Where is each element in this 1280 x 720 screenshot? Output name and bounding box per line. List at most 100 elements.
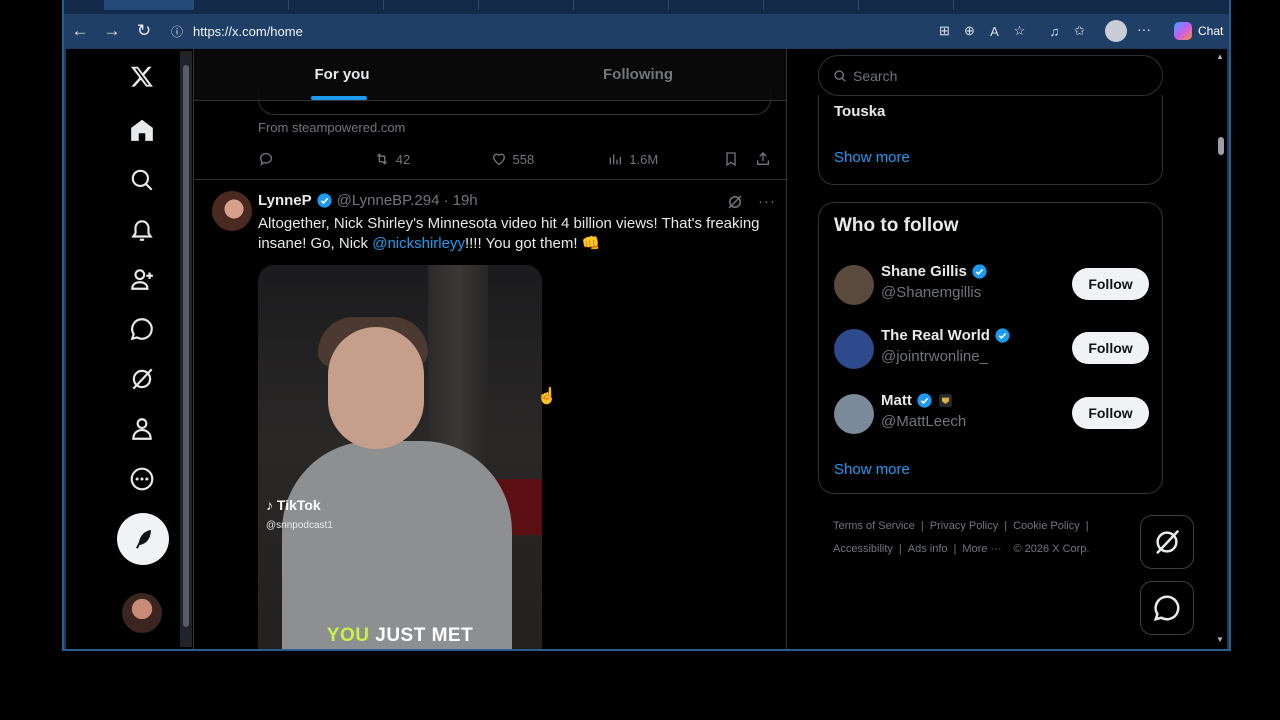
ads-info-link[interactable]: Ads info xyxy=(908,543,948,555)
who-to-follow-show-more[interactable]: Show more xyxy=(834,461,910,478)
scrollbar-thumb[interactable] xyxy=(183,65,189,627)
site-info-icon[interactable]: ⓘ xyxy=(171,23,185,40)
browser-tab[interactable] xyxy=(479,0,574,10)
browser-menu-icon[interactable]: ··· xyxy=(1137,21,1151,37)
link-source[interactable]: From steampowered.com xyxy=(258,120,405,135)
follow-suggestion[interactable]: Matt @MattLeech Follow xyxy=(834,392,1149,436)
search-input[interactable]: Search xyxy=(818,55,1163,96)
accessibility-link[interactable]: Accessibility xyxy=(833,543,893,555)
browser-tab[interactable] xyxy=(194,0,289,10)
author-handle[interactable]: @LynneBP.294 xyxy=(337,192,440,209)
left-scrollbar[interactable] xyxy=(180,51,192,647)
tab-following[interactable]: Following xyxy=(490,49,786,100)
profile-icon[interactable] xyxy=(126,413,158,445)
suggestion-name[interactable]: The Real World xyxy=(881,327,990,344)
copilot-chat-button[interactable]: Chat xyxy=(1168,18,1228,44)
terms-link[interactable]: Terms of Service xyxy=(833,520,915,532)
author-name[interactable]: LynneP xyxy=(258,192,312,209)
who-to-follow-card: Who to follow Shane Gillis @Shanemgillis… xyxy=(818,202,1163,494)
browser-tab[interactable] xyxy=(289,0,384,10)
home-icon[interactable] xyxy=(126,114,158,146)
suggestion-name[interactable]: Shane Gillis xyxy=(881,263,967,280)
more-icon[interactable] xyxy=(126,463,158,495)
follow-icon[interactable] xyxy=(126,263,158,295)
who-to-follow-heading: Who to follow xyxy=(834,215,959,236)
grok-floating-button[interactable] xyxy=(1140,515,1194,569)
tab-for-you[interactable]: For you xyxy=(194,49,490,100)
grok-icon[interactable] xyxy=(726,193,744,211)
favorites-icon[interactable]: ✩ xyxy=(1067,19,1092,43)
like-button[interactable]: 558 xyxy=(491,151,608,167)
post-time[interactable]: · 19h xyxy=(443,192,477,209)
account-avatar[interactable] xyxy=(122,593,162,633)
search-icon[interactable] xyxy=(126,164,158,196)
extensions-icon[interactable]: ♫ xyxy=(1042,19,1067,43)
browser-tab[interactable] xyxy=(859,0,954,10)
reload-icon[interactable]: ↻ xyxy=(128,17,160,45)
browser-tab[interactable] xyxy=(669,0,764,10)
reply-icon xyxy=(259,152,272,166)
page-scrollbar[interactable]: ▲ ▼ xyxy=(1214,49,1227,649)
views-button[interactable]: 1.6M xyxy=(607,151,723,167)
post-more-icon[interactable]: ··· xyxy=(758,193,776,211)
back-icon[interactable]: ← xyxy=(64,17,96,45)
verified-badge-icon xyxy=(917,393,932,408)
trend-item[interactable]: Touska xyxy=(834,103,885,120)
reply-button[interactable] xyxy=(258,151,374,167)
video-person xyxy=(282,441,512,649)
read-aloud-icon[interactable]: A xyxy=(982,19,1007,43)
forward-icon[interactable]: → xyxy=(96,17,128,45)
follow-suggestion[interactable]: The Real World @jointrwonline_ Follow xyxy=(834,327,1149,371)
suggestion-avatar[interactable] xyxy=(834,394,874,434)
bookmark-icon[interactable] xyxy=(723,151,739,167)
suggestion-name-row: Shane Gillis xyxy=(881,263,988,280)
suggestion-handle[interactable]: @jointrwonline_ xyxy=(881,348,988,365)
verified-badge-icon xyxy=(972,264,987,279)
suggestion-avatar[interactable] xyxy=(834,265,874,305)
footer-separator: | xyxy=(1085,520,1089,532)
suggestion-handle[interactable]: @MattLeech xyxy=(881,413,966,430)
bell-icon[interactable] xyxy=(126,214,158,246)
browser-tab[interactable] xyxy=(764,0,859,10)
suggestion-name[interactable]: Matt xyxy=(881,392,912,409)
chat-icon[interactable] xyxy=(126,313,158,345)
browser-tab[interactable] xyxy=(104,0,194,10)
footer-separator: | xyxy=(920,520,924,532)
x-page: For you Following From steampowered.com … xyxy=(66,49,1227,649)
grok-icon[interactable] xyxy=(126,363,158,395)
scroll-down-icon[interactable]: ▼ xyxy=(1216,635,1224,644)
suggestion-avatar[interactable] xyxy=(834,329,874,369)
follow-suggestion[interactable]: Shane Gillis @Shanemgillis Follow xyxy=(834,263,1149,307)
cookie-link[interactable]: Cookie Policy xyxy=(1013,520,1080,532)
main-timeline: For you Following From steampowered.com … xyxy=(193,49,787,649)
apps-icon[interactable]: ⊞ xyxy=(932,19,957,43)
compose-post-button[interactable] xyxy=(117,513,169,565)
address-bar[interactable]: ⓘ https://x.com/home xyxy=(165,18,1035,44)
share-icon[interactable] xyxy=(755,151,771,167)
scrollbar-thumb[interactable] xyxy=(1218,137,1224,155)
mention-link[interactable]: @nickshirleyy xyxy=(372,235,465,252)
trends-show-more[interactable]: Show more xyxy=(834,149,910,166)
timeline-tabs: For you Following xyxy=(194,49,786,101)
x-logo-icon[interactable] xyxy=(126,61,158,93)
suggestion-name-row: The Real World xyxy=(881,327,1011,344)
post-video[interactable]: ♪ TikTok @snnpodcast1 YOU JUST MET xyxy=(258,265,542,649)
copilot-logo-icon xyxy=(1174,22,1192,40)
browser-tab[interactable] xyxy=(574,0,669,10)
scroll-up-icon[interactable]: ▲ xyxy=(1216,52,1224,61)
suggestion-handle[interactable]: @Shanemgillis xyxy=(881,284,981,301)
follow-button[interactable]: Follow xyxy=(1072,268,1149,300)
author-avatar[interactable] xyxy=(212,191,252,231)
zoom-icon[interactable]: ⊕ xyxy=(957,19,982,43)
footer-more-link[interactable]: More ··· xyxy=(962,543,1001,555)
messages-floating-button[interactable] xyxy=(1140,581,1194,635)
trends-card: Touska Show more xyxy=(818,95,1163,185)
favorite-star-icon[interactable]: ☆ xyxy=(1007,19,1032,43)
follow-button[interactable]: Follow xyxy=(1072,397,1149,429)
browser-profile-avatar[interactable] xyxy=(1105,20,1127,42)
privacy-link[interactable]: Privacy Policy xyxy=(930,520,998,532)
follow-button[interactable]: Follow xyxy=(1072,332,1149,364)
browser-tab[interactable] xyxy=(384,0,479,10)
repost-button[interactable]: 42 xyxy=(374,151,491,167)
mouse-cursor-icon: ☝ xyxy=(537,388,557,405)
